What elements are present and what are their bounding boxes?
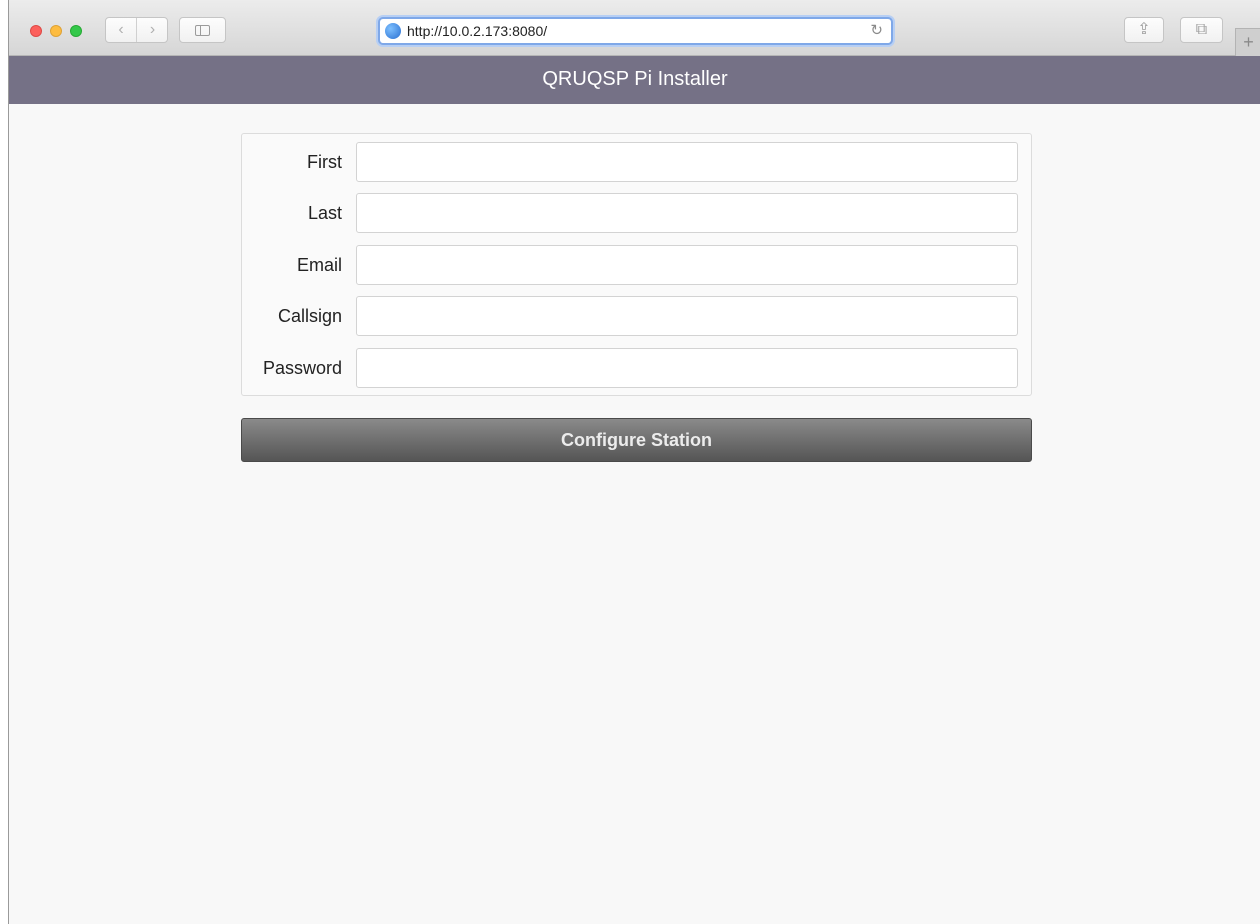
form-row-password: Password [242, 348, 1031, 388]
globe-icon [385, 23, 401, 39]
app-header: QRUQSP Pi Installer [9, 56, 1260, 104]
back-button[interactable]: ‹ [106, 18, 137, 42]
forward-button[interactable]: › [137, 18, 168, 42]
minimize-window-button[interactable] [50, 25, 62, 37]
last-name-input[interactable] [356, 193, 1018, 233]
sidebar-toggle-button[interactable] [179, 17, 226, 43]
nav-buttons: ‹ › [105, 17, 168, 43]
form-row-callsign: Callsign [242, 296, 1031, 336]
address-bar[interactable]: http://10.0.2.173:8080/ ↻ [378, 17, 893, 45]
reload-icon[interactable]: ↻ [870, 21, 883, 39]
plus-icon: + [1243, 32, 1254, 52]
form-row-first: First [242, 142, 1031, 182]
first-name-input[interactable] [356, 142, 1018, 182]
last-label: Last [307, 203, 342, 223]
password-input[interactable] [356, 348, 1018, 388]
form-row-email: Email [242, 245, 1031, 285]
sidebar-icon [195, 25, 210, 36]
zoom-window-button[interactable] [70, 25, 82, 37]
close-window-button[interactable] [30, 25, 42, 37]
first-label: First [307, 152, 342, 172]
station-form: First Last Email Callsign Password [241, 133, 1032, 396]
form-row-last: Last [242, 193, 1031, 233]
new-tab-button[interactable]: + [1235, 28, 1260, 56]
email-input[interactable] [356, 245, 1018, 285]
show-tabs-button[interactable]: ⧉ [1180, 17, 1223, 43]
tabs-icon: ⧉ [1195, 21, 1208, 38]
password-label: Password [262, 358, 342, 378]
email-label: Email [296, 255, 342, 275]
browser-toolbar: ‹ › http://10.0.2.173:8080/ ↻ ⇪ ⧉ + [9, 0, 1260, 56]
address-text[interactable]: http://10.0.2.173:8080/ [407, 22, 547, 40]
callsign-input[interactable] [356, 296, 1018, 336]
callsign-label: Callsign [277, 306, 342, 326]
browser-window: ‹ › http://10.0.2.173:8080/ ↻ ⇪ ⧉ + QRUQ… [8, 0, 1260, 924]
page-title: QRUQSP Pi Installer [542, 68, 728, 90]
configure-station-button[interactable]: Configure Station [241, 418, 1032, 462]
share-icon: ⇪ [1137, 21, 1151, 38]
share-button[interactable]: ⇪ [1124, 17, 1164, 43]
